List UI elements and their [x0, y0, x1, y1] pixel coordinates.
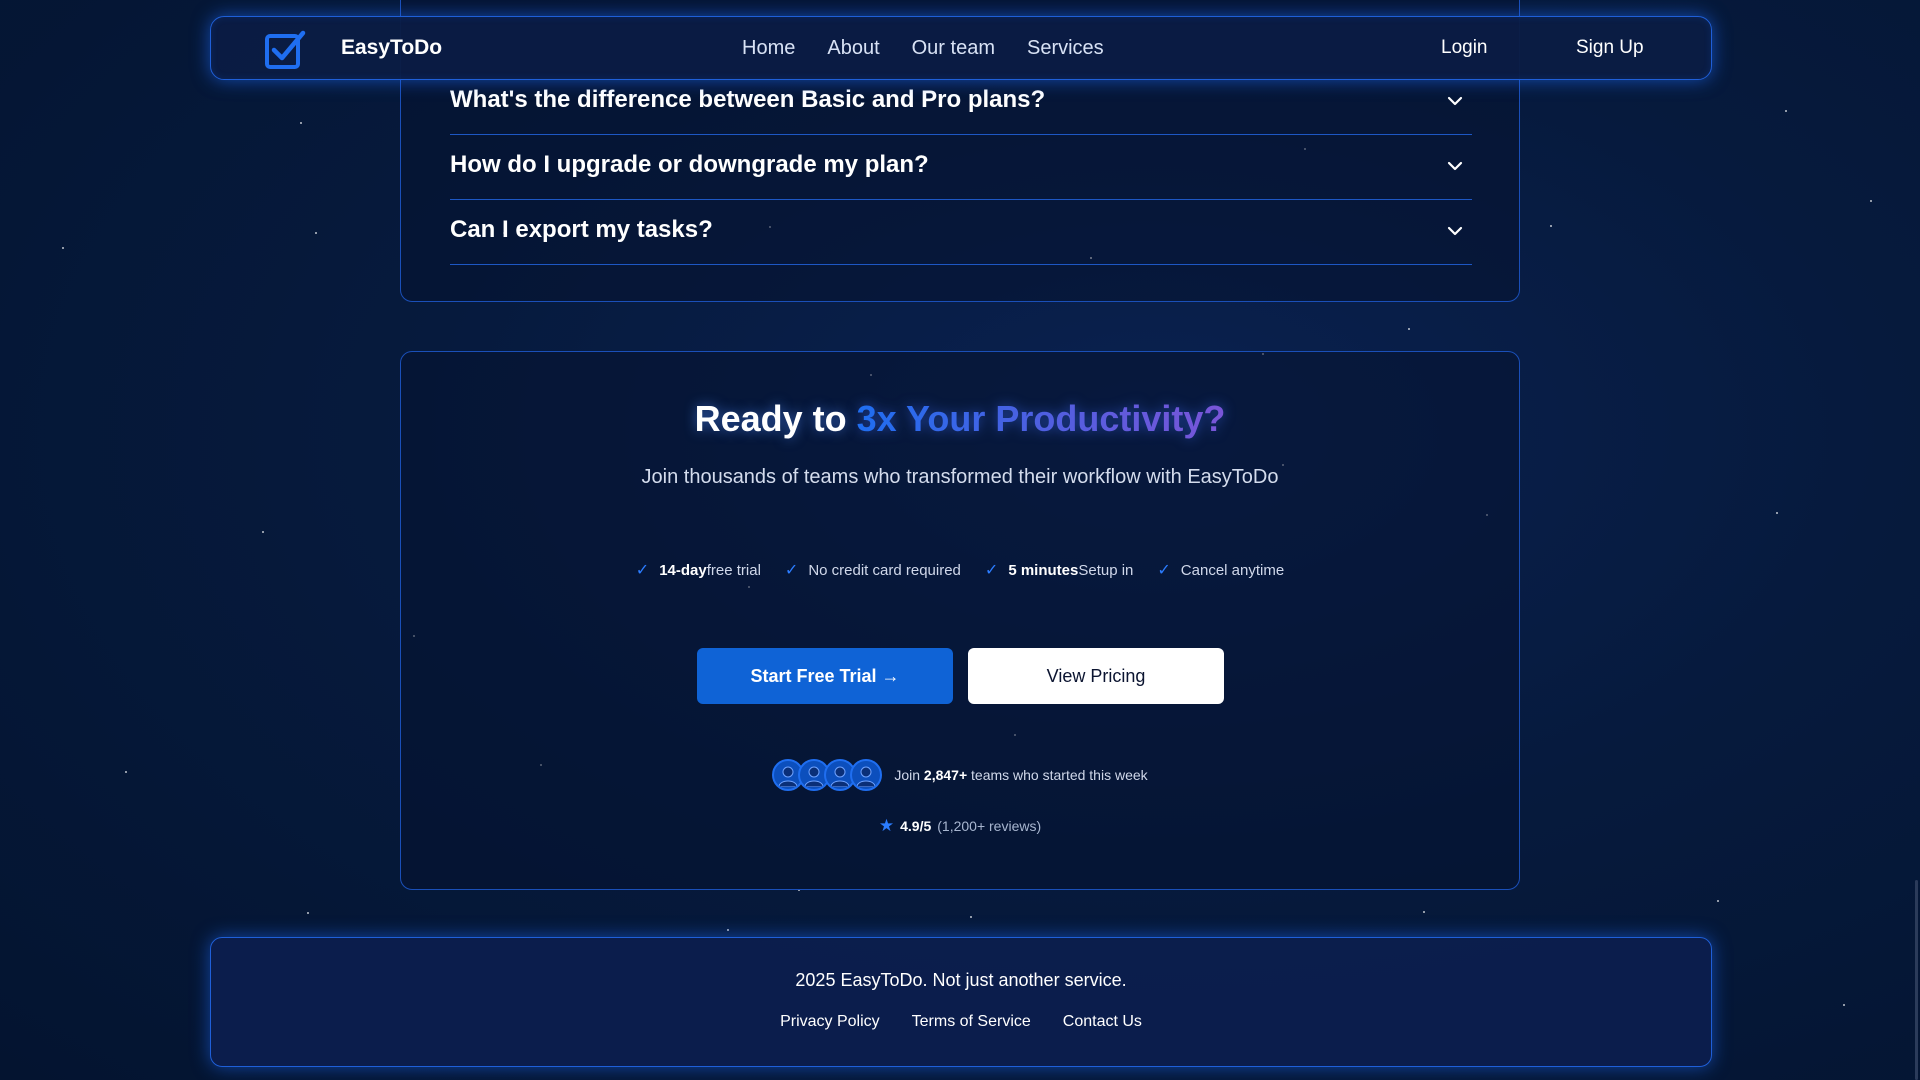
footer-link-contact-us[interactable]: Contact Us — [1063, 1013, 1142, 1031]
check-icon: ✓ — [635, 562, 650, 579]
view-pricing-button[interactable]: View Pricing — [968, 648, 1224, 704]
faq-item-upgrade-downgrade[interactable]: How do I upgrade or downgrade my plan? — [450, 135, 1472, 200]
social-proof: Join 2,847+ teams who started this week — [401, 759, 1519, 791]
check-icon: ✓ — [784, 562, 799, 579]
faq-question: How do I upgrade or downgrade my plan? — [450, 151, 929, 178]
cta-section: Ready to 3x Your Productivity? Join thou… — [400, 351, 1520, 890]
team-count: 2,847+ — [923, 767, 968, 783]
page-scrollbar[interactable] — [1915, 880, 1918, 1080]
chevron-down-icon[interactable] — [1446, 157, 1464, 175]
feature-free-trial: ✓ 14-day free trial — [636, 560, 761, 580]
user-silhouette-icon — [850, 759, 883, 791]
feature-bold: 5 minutes — [1008, 561, 1079, 579]
chevron-down-icon[interactable] — [1446, 222, 1464, 240]
feature-text: Setup in — [1078, 561, 1134, 579]
feature-text: Cancel anytime — [1180, 561, 1285, 579]
copyright-text: 2025 EasyToDo. Not just another service. — [795, 970, 1127, 990]
check-icon: ✓ — [984, 562, 999, 579]
site-footer: 2025 EasyToDo. Not just another service.… — [210, 937, 1712, 1067]
avatar-group — [772, 759, 883, 791]
login-button[interactable]: Login — [1441, 37, 1488, 59]
faq-question: What's the difference between Basic and … — [450, 86, 1046, 113]
star-icon: ★ — [878, 816, 895, 835]
cta-subtitle: Join thousands of teams who transformed … — [641, 466, 1279, 488]
feature-cancel-anytime: ✓ Cancel anytime — [1157, 560, 1284, 580]
footer-links: Privacy Policy Terms of Service Contact … — [211, 1013, 1711, 1031]
social-proof-text: Join 2,847+ teams who started this week — [894, 767, 1147, 783]
footer-link-privacy-policy[interactable]: Privacy Policy — [780, 1013, 880, 1031]
feature-text: free trial — [706, 561, 761, 579]
top-navbar: EasyToDo Home About Our team Services Lo… — [210, 16, 1712, 80]
start-free-trial-button[interactable]: Start Free Trial → — [697, 648, 953, 704]
feature-text: No credit card required — [808, 561, 961, 579]
nav-link-our-team[interactable]: Our team — [912, 37, 995, 60]
feature-setup-time: ✓ 5 minutes Setup in — [985, 560, 1133, 580]
signup-button[interactable]: Sign Up — [1576, 37, 1644, 59]
nav-link-services[interactable]: Services — [1027, 37, 1104, 60]
cta-title-prefix: Ready to — [694, 398, 857, 439]
feature-list: ✓ 14-day free trial ✓ No credit card requ… — [401, 560, 1519, 580]
cta-title: Ready to 3x Your Productivity? — [401, 398, 1519, 440]
faq-item-export-tasks[interactable]: Can I export my tasks? — [450, 200, 1472, 265]
chevron-down-icon[interactable] — [1446, 92, 1464, 110]
checkbox-check-icon[interactable] — [263, 27, 307, 71]
faq-question: Can I export my tasks? — [450, 216, 713, 243]
cta-title-highlight: 3x Your Productivity? — [856, 398, 1226, 439]
rating-score: 4.9/5 — [900, 818, 932, 834]
check-icon: ✓ — [1157, 562, 1171, 579]
nav-link-home[interactable]: Home — [742, 37, 795, 60]
footer-link-terms-of-service[interactable]: Terms of Service — [912, 1013, 1031, 1031]
social-prefix: Join — [894, 767, 924, 783]
main-nav: Home About Our team Services — [742, 37, 1104, 60]
rating-summary: ★ 4.9/5 (1,200+ reviews) — [401, 816, 1519, 836]
rating-count: (1,200+ reviews) — [937, 818, 1042, 834]
nav-link-about[interactable]: About — [827, 37, 879, 60]
brand-name[interactable]: EasyToDo — [341, 36, 442, 60]
feature-no-credit-card: ✓ No credit card required — [785, 560, 961, 580]
feature-bold: 14-day — [659, 561, 707, 579]
social-suffix: teams who started this week — [967, 767, 1148, 783]
